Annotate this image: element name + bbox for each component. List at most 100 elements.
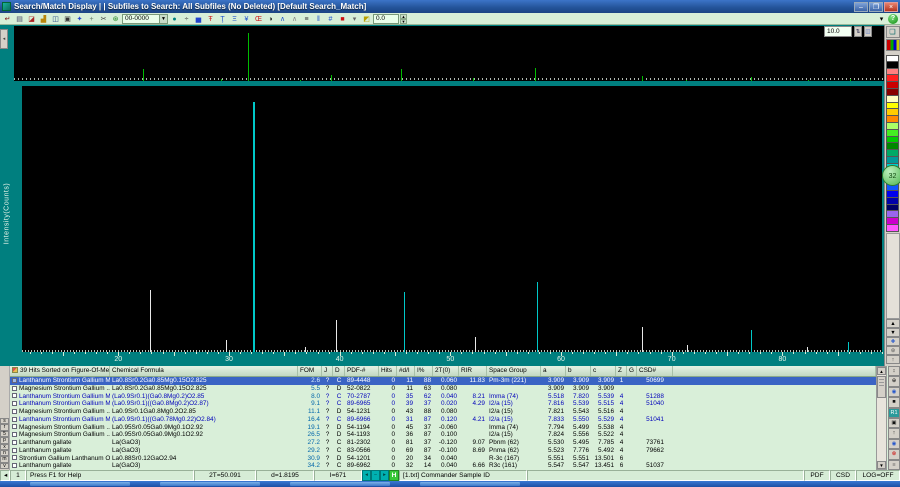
palette-swatch[interactable] — [886, 95, 899, 103]
title-bar[interactable]: Search/Match Display | | Subfiles to Sea… — [0, 0, 900, 13]
column-header-fom[interactable]: FOM — [298, 366, 322, 376]
identify-button[interactable]: ● — [169, 13, 180, 24]
pdf-database-button[interactable]: PDF — [804, 470, 830, 481]
main-diffraction-plot[interactable] — [22, 86, 882, 352]
peak-profile-button[interactable]: ∧ — [277, 13, 288, 24]
preview-2-button[interactable]: ◉ — [888, 438, 900, 450]
add-overlay-button[interactable]: ⊕ — [888, 376, 900, 387]
row-checkbox[interactable] — [12, 424, 17, 430]
column-header-filler[interactable] — [673, 366, 876, 376]
offset-spinner[interactable] — [373, 13, 399, 24]
table-row[interactable]: Lanthanum gallate La(GaO3) 29.2? C 83-0566 0 6… — [10, 447, 876, 455]
add-button[interactable]: + — [86, 13, 97, 24]
divide-button[interactable]: ÷ — [181, 13, 192, 24]
palette-swatch[interactable] — [886, 102, 899, 110]
palette-bars-icon[interactable] — [885, 39, 900, 51]
cut-button[interactable]: ✂ — [98, 13, 109, 24]
column-header-formula[interactable]: Chemical Formula — [110, 366, 298, 376]
palette-swatch[interactable] — [886, 224, 899, 232]
preview-button[interactable]: ◉ — [888, 386, 900, 398]
close-button[interactable]: × — [884, 1, 898, 12]
row-height-button[interactable]: ↕ — [888, 366, 900, 377]
taskbar-button[interactable] — [290, 482, 390, 486]
chevron-down-icon[interactable]: ▼ — [159, 14, 167, 23]
table-row[interactable]: Magnesium Strontium Gallium ... La0.95Sr0… — [10, 424, 876, 432]
pan-button[interactable]: ✚ — [886, 337, 900, 346]
row-checkbox[interactable] — [12, 455, 17, 461]
refresh-button[interactable]: ✦ — [74, 13, 85, 24]
highlight-button[interactable]: ◩ — [361, 13, 372, 24]
palette-swatch[interactable] — [886, 156, 899, 164]
column-header-b[interactable]: b — [566, 366, 591, 376]
palette-swatch[interactable] — [886, 211, 899, 219]
column-header-g[interactable]: G — [627, 366, 637, 376]
compress-button[interactable]: ¥ — [241, 13, 252, 24]
palette-swatch[interactable] — [886, 218, 899, 225]
results-grid[interactable]: 39 Hits Sorted on Figure-Of-Merit Chemica… — [10, 366, 876, 470]
apply-button[interactable]: ↵ — [2, 13, 13, 24]
palette-swatch[interactable] — [886, 82, 899, 89]
overview-splitter-handle[interactable]: ◂ — [0, 29, 8, 49]
shortcut-button-v[interactable]: v — [0, 462, 9, 470]
zoom-spin-icon[interactable]: ⇅ — [854, 26, 862, 37]
minimize-button[interactable]: – — [854, 1, 868, 12]
table-row[interactable]: Lanthanum Strontium Gallium M... (La0.9Sr… — [10, 400, 876, 408]
column-header-a[interactable]: a — [541, 366, 566, 376]
overview-plot[interactable] — [14, 26, 884, 81]
column-header-d[interactable]: D — [333, 366, 345, 376]
table-row[interactable]: Lanthanum gallate La(GaO3) 27.2? C 81-2302 0 8… — [10, 439, 876, 447]
move-up-button[interactable]: ↑ — [886, 355, 900, 364]
row-checkbox[interactable] — [12, 401, 17, 407]
report-button[interactable]: ◪ — [26, 13, 37, 24]
palette-swatch[interactable] — [886, 150, 899, 157]
row-checkbox[interactable] — [12, 393, 17, 399]
palette-swatch[interactable] — [886, 61, 899, 69]
scroll-up-icon[interactable]: ▲ — [877, 367, 886, 375]
column-header-pdf[interactable]: PDF-# — [345, 366, 379, 376]
rail-scroll-down-icon[interactable]: ▼ — [886, 328, 900, 337]
palette-swatch[interactable] — [886, 75, 899, 83]
column-header-name[interactable]: 39 Hits Sorted on Figure-Of-Merit — [10, 366, 110, 376]
indexing-button[interactable]: # — [325, 13, 336, 24]
taskbar-button[interactable] — [30, 482, 130, 486]
scroll-down-icon[interactable]: ▼ — [877, 461, 886, 469]
column-header-c[interactable]: c — [591, 366, 616, 376]
rail-scroll-up-icon[interactable]: ▲ — [886, 319, 900, 328]
palette-swatch[interactable] — [886, 68, 899, 76]
list-view-button[interactable]: ≡ — [301, 13, 312, 24]
window-tile-icon[interactable]: ❏ — [885, 26, 900, 38]
row-checkbox[interactable] — [12, 416, 17, 422]
status-nav-button-0[interactable]: ◂ — [362, 470, 371, 481]
stick-lines-button[interactable]: Ξ — [229, 13, 240, 24]
status-nav-button-2[interactable]: ▸ — [380, 470, 389, 481]
table-header[interactable]: 39 Hits Sorted on Figure-Of-Merit Chemica… — [10, 366, 876, 377]
palette-swatch[interactable] — [886, 109, 899, 117]
export-button[interactable]: ▟ — [38, 13, 49, 24]
column-header-z[interactable]: Z — [616, 366, 627, 376]
options-button[interactable]: ⊛ — [110, 13, 121, 24]
row-checkbox[interactable] — [12, 385, 17, 391]
column-header-sg[interactable]: Space Group — [487, 366, 541, 376]
pdf-number-combo[interactable]: 00-0000 ▼ — [122, 13, 168, 24]
log-toggle-button[interactable]: LOG=OFF — [856, 470, 900, 481]
palette-swatch[interactable] — [886, 88, 899, 96]
peak-up-button[interactable]: Ŧ — [205, 13, 216, 24]
row-checkbox[interactable] — [12, 408, 17, 414]
delete-button[interactable]: ⊗ — [888, 449, 900, 460]
table-row[interactable]: Magnesium Strontium Gallium ... La0.95Sr0… — [10, 431, 876, 439]
table-row[interactable]: Lanthanum gallate La(GaO3) 34.2? C 89-6962 0 3… — [10, 462, 876, 470]
palette-swatch[interactable] — [886, 122, 899, 130]
table-row[interactable]: Strontium Gallium Lanthanum O... La0.88Sr… — [10, 455, 876, 463]
row-checkbox[interactable] — [12, 447, 17, 453]
row-checkbox[interactable] — [12, 439, 17, 445]
palette-swatch[interactable] — [886, 116, 899, 123]
table-row[interactable]: Lanthanum Strontium Gallium M... (La0.9Sr… — [10, 416, 876, 424]
palette-swatch[interactable] — [886, 204, 899, 212]
row-checkbox[interactable] — [12, 377, 17, 383]
h-toggle-button[interactable]: H — [389, 470, 399, 481]
stick-patterns-button[interactable]: ‖ — [313, 13, 324, 24]
column-header-ndi[interactable]: #d/I — [397, 366, 415, 376]
table-scrollbar[interactable]: ▲ ▼ — [876, 366, 887, 470]
marker-button[interactable]: ▾ — [349, 13, 360, 24]
palette-swatch[interactable] — [886, 197, 899, 205]
